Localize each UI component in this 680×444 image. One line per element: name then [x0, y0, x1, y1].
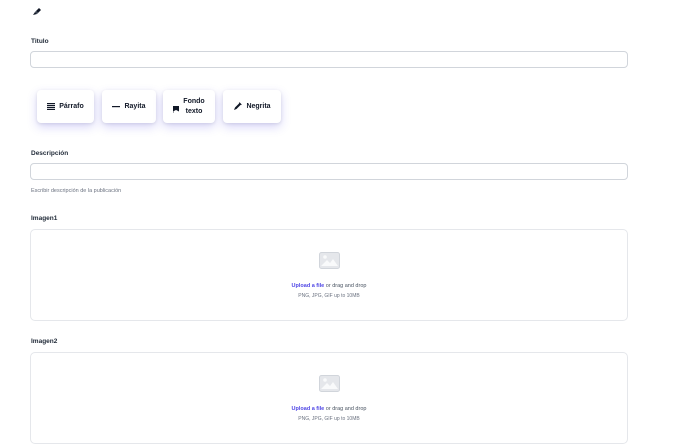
- imagen2-drag-text: or drag and drop: [324, 406, 367, 412]
- pen-nib-icon: [33, 8, 41, 15]
- imagen2-upload-link[interactable]: Upload a file: [292, 406, 325, 412]
- texto-label: texto: [185, 107, 203, 115]
- imagen2-dropzone[interactable]: Upload a file or drag and drop PNG, JPG,…: [30, 352, 628, 444]
- bookmark-icon: [173, 106, 180, 113]
- paragraph-lines-icon: [47, 103, 56, 110]
- negrita-button[interactable]: Negrita: [223, 90, 281, 123]
- imagen1-drag-text: or drag and drop: [324, 283, 367, 289]
- dash-icon: [112, 106, 121, 108]
- titulo-label: Titulo: [31, 38, 49, 45]
- imagen2-upload-line: Upload a file or drag and drop: [31, 406, 627, 412]
- imagen1-label: Imagen1: [31, 215, 58, 222]
- rayita-label: Rayita: [124, 103, 146, 110]
- imagen1-upload-link[interactable]: Upload a file: [292, 283, 325, 289]
- fondo-texto-label: Fondo texto: [183, 97, 204, 117]
- imagen2-label: Imagen2: [31, 338, 58, 345]
- imagen2-formats: PNG, JPG, GIF up to 10MB: [298, 416, 360, 422]
- imagen1-upload-line: Upload a file or drag and drop: [31, 283, 627, 289]
- imagen1-dropzone[interactable]: Upload a file or drag and drop PNG, JPG,…: [30, 229, 628, 321]
- image-icon: [319, 375, 340, 392]
- imagen1-formats: PNG, JPG, GIF up to 10MB: [298, 293, 360, 299]
- rayita-button[interactable]: Rayita: [102, 90, 156, 123]
- negrita-label: Negrita: [246, 103, 271, 110]
- fondo-label: Fondo: [183, 97, 205, 105]
- paragraph-label: Párrafo: [59, 103, 84, 110]
- fondo-texto-button[interactable]: Fondo texto: [163, 90, 215, 123]
- pen-icon: [234, 102, 243, 110]
- titulo-input[interactable]: [30, 51, 628, 68]
- image-icon: [319, 252, 340, 269]
- paragraph-button[interactable]: Párrafo: [37, 90, 94, 123]
- descripcion-help: Escribir descripción de la publicación: [31, 188, 122, 194]
- descripcion-label: Descripción: [31, 150, 69, 157]
- descripcion-input[interactable]: [30, 163, 628, 180]
